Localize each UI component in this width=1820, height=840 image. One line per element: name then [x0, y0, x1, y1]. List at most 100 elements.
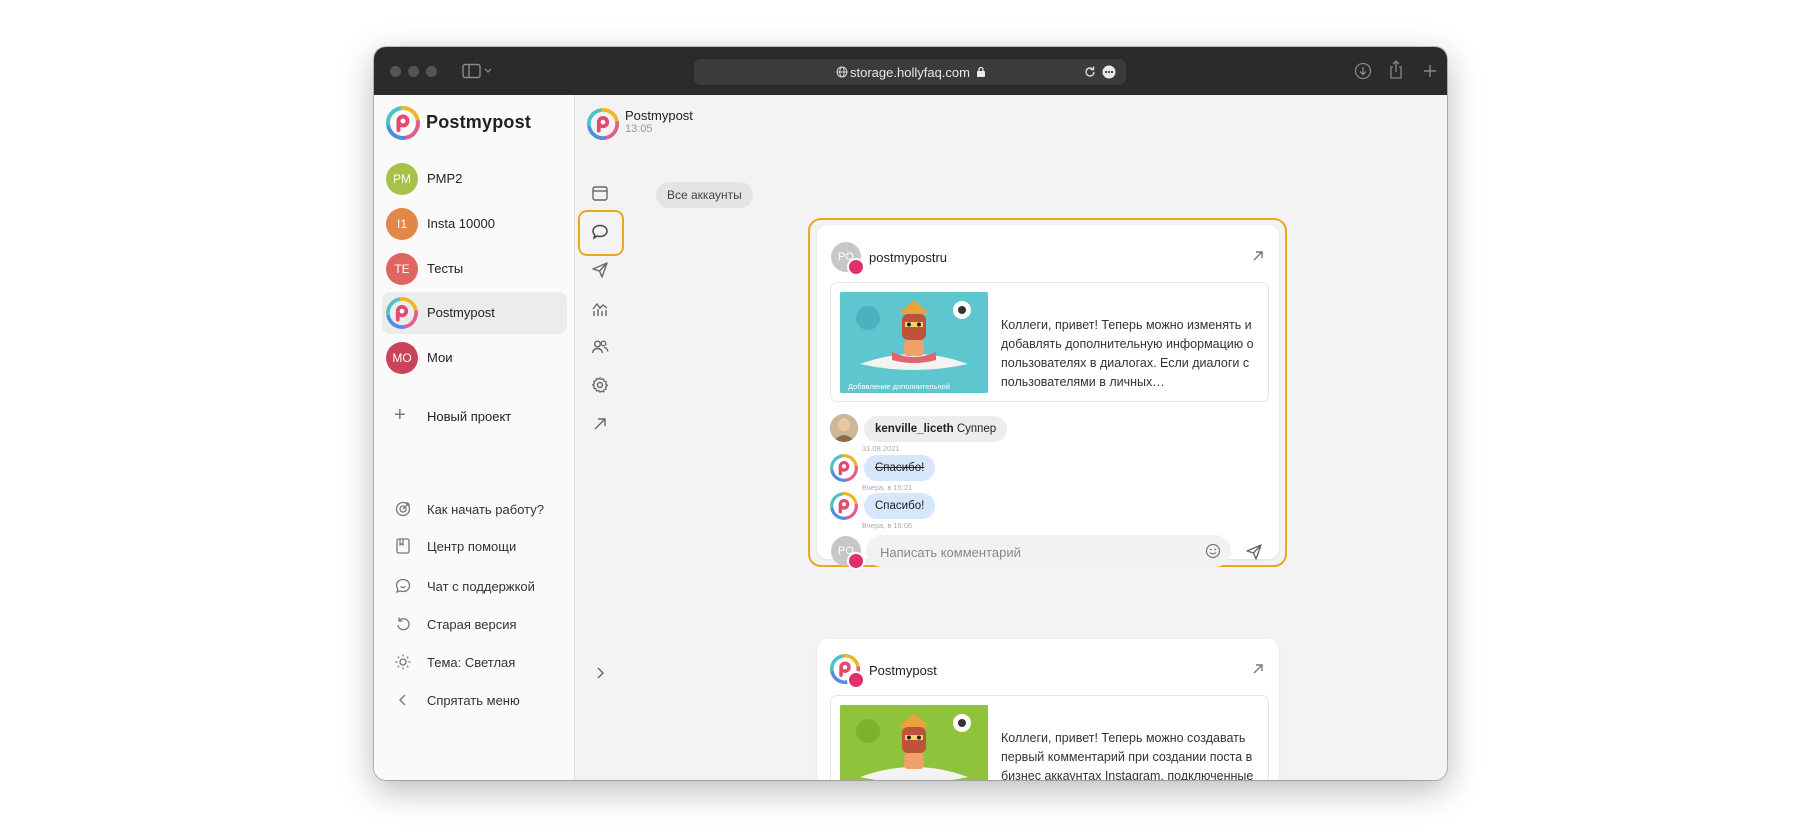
sidebar-project[interactable]: TE Тесты	[382, 248, 567, 290]
post-text: Коллеги, привет! Теперь можно изменять и…	[1001, 318, 1254, 389]
reply-bubble-deleted: Спасибо!	[864, 455, 936, 481]
settings-icon	[592, 377, 608, 393]
rail-users[interactable]	[580, 327, 620, 367]
lock-icon	[977, 66, 985, 77]
rail-calendar[interactable]	[580, 173, 620, 213]
open-post-icon[interactable]	[1251, 662, 1265, 676]
menu-item-label: Тема: Светлая	[427, 655, 516, 670]
chat-smile-icon	[395, 578, 411, 594]
project-label: Insta 10000	[427, 216, 495, 231]
chevron-right-icon	[597, 667, 604, 679]
instagram-icon	[847, 258, 865, 276]
section-rail	[575, 155, 625, 780]
chevron-left-icon	[399, 694, 406, 706]
reply-avatar	[830, 492, 858, 520]
target-icon	[395, 501, 411, 517]
sidebar-project[interactable]: Postmypost	[382, 292, 567, 334]
new-tab-icon[interactable]	[1422, 63, 1438, 79]
browser-window: storage.hollyfaq.com Postmypost PM PMP2 I1…	[374, 47, 1447, 780]
thumbnail-caption: Добавление дополнительной	[848, 382, 950, 391]
channel-header: Postmypost 13:05	[575, 95, 1447, 155]
sidebar-menu-item[interactable]: Спрятать меню	[382, 685, 567, 715]
sidebar: Postmypost PM PMP2 I1 Insta 10000 TE Тесты Pos…	[374, 95, 575, 780]
url-text: storage.hollyfaq.com	[850, 65, 970, 80]
reply-bubble: Спасибо!	[864, 493, 936, 519]
brand-name: Postmypost	[426, 112, 532, 132]
browser-titlebar: storage.hollyfaq.com	[374, 47, 1447, 95]
emoji-icon[interactable]	[1205, 543, 1221, 559]
sidebar-menu-item[interactable]: Чат с поддержкой	[382, 571, 567, 601]
calendar-icon	[592, 186, 608, 201]
sidebar-project[interactable]: I1 Insta 10000	[382, 203, 567, 245]
commenter-avatar	[830, 414, 858, 442]
comment-input-wrap	[866, 535, 1262, 567]
download-icon[interactable]	[1354, 62, 1372, 80]
channel-name: Postmypost	[625, 108, 693, 123]
comment-bubble: kenville_liceth Суппер	[864, 416, 1008, 442]
book-icon	[396, 538, 410, 554]
menu-item-label: Как начать работу?	[427, 502, 544, 517]
sidebar-menu-item[interactable]: Старая версия	[382, 609, 567, 639]
reply-date: Вчера, в 15:21	[862, 483, 913, 492]
post-preview[interactable]: Добавление дополнительной Коллеги, приве…	[830, 282, 1269, 402]
share-icon[interactable]	[1388, 60, 1404, 80]
account-name: postmypostru	[869, 250, 948, 265]
new-project-button[interactable]: + Новый проект	[382, 396, 567, 438]
comment-icon	[592, 224, 608, 240]
rail-settings[interactable]	[580, 365, 620, 405]
sidebar-menu-item[interactable]: Как начать работу?	[382, 494, 567, 524]
address-bar[interactable]: storage.hollyfaq.com	[694, 59, 1126, 85]
more-icon[interactable]	[1102, 65, 1116, 79]
rail-analytics[interactable]	[580, 289, 620, 329]
project-avatar: TE	[386, 253, 418, 285]
comment-date: 31.08.2021	[862, 444, 900, 453]
reply-date: Вчера, в 16:06	[862, 521, 913, 530]
rail-publish[interactable]	[580, 250, 620, 290]
sidebar-menu-item[interactable]: Центр помощи	[382, 531, 567, 561]
instagram-icon	[847, 671, 865, 689]
accounts-filter[interactable]: Все аккаунты	[656, 182, 753, 208]
project-label: Тесты	[427, 261, 464, 276]
sidebar-project[interactable]: PM PMP2	[382, 158, 567, 200]
rail-open-external[interactable]	[580, 404, 620, 444]
project-label: Мои	[427, 350, 453, 365]
send-icon	[592, 262, 608, 278]
project-label: Postmypost	[427, 305, 495, 320]
project-avatar: I1	[386, 208, 418, 240]
post-preview[interactable]: Коллеги, привет! Теперь можно создавать …	[830, 695, 1269, 780]
rail-expand[interactable]	[580, 653, 620, 693]
external-link-icon	[594, 418, 606, 430]
undo-icon	[397, 617, 410, 631]
comment-author: kenville_liceth	[875, 423, 954, 435]
reply-avatar	[830, 454, 858, 482]
menu-item-label: Центр помощи	[427, 539, 517, 554]
project-label: PMP2	[427, 171, 463, 186]
channel-avatar	[587, 108, 619, 140]
minimize-window-button[interactable]	[408, 66, 419, 77]
account-name: Postmypost	[869, 663, 937, 678]
comment-text: Суппер	[956, 423, 997, 435]
analytics-icon	[592, 302, 608, 316]
channel-time: 13:05	[625, 123, 653, 135]
reload-icon[interactable]	[1083, 65, 1097, 79]
send-comment-icon[interactable]	[1245, 543, 1263, 561]
project-avatar: PM	[386, 163, 418, 195]
zoom-window-button[interactable]	[426, 66, 437, 77]
sidebar-project[interactable]: MO Мои	[382, 337, 567, 379]
post-thumbnail	[840, 705, 988, 780]
sun-icon	[395, 654, 411, 670]
plus-icon: +	[394, 404, 406, 426]
users-icon	[591, 340, 609, 354]
instagram-icon	[847, 552, 865, 570]
sidebar-menu-item[interactable]: Тема: Светлая	[382, 647, 567, 677]
open-post-icon[interactable]	[1251, 249, 1265, 263]
comment-thread-card: PO postmypostru Добавление дополнительно…	[817, 225, 1279, 570]
post-text: Коллеги, привет! Теперь можно создавать …	[1001, 731, 1254, 780]
menu-item-label: Старая версия	[427, 617, 517, 632]
project-avatar: MO	[386, 342, 418, 374]
sidebar-toggle-icon[interactable]	[462, 63, 492, 84]
new-project-label: Новый проект	[427, 409, 512, 424]
comment-thread-card: Postmypost Коллеги, привет! Теперь можно…	[817, 639, 1279, 780]
project-avatar	[386, 297, 418, 329]
close-window-button[interactable]	[390, 66, 401, 77]
